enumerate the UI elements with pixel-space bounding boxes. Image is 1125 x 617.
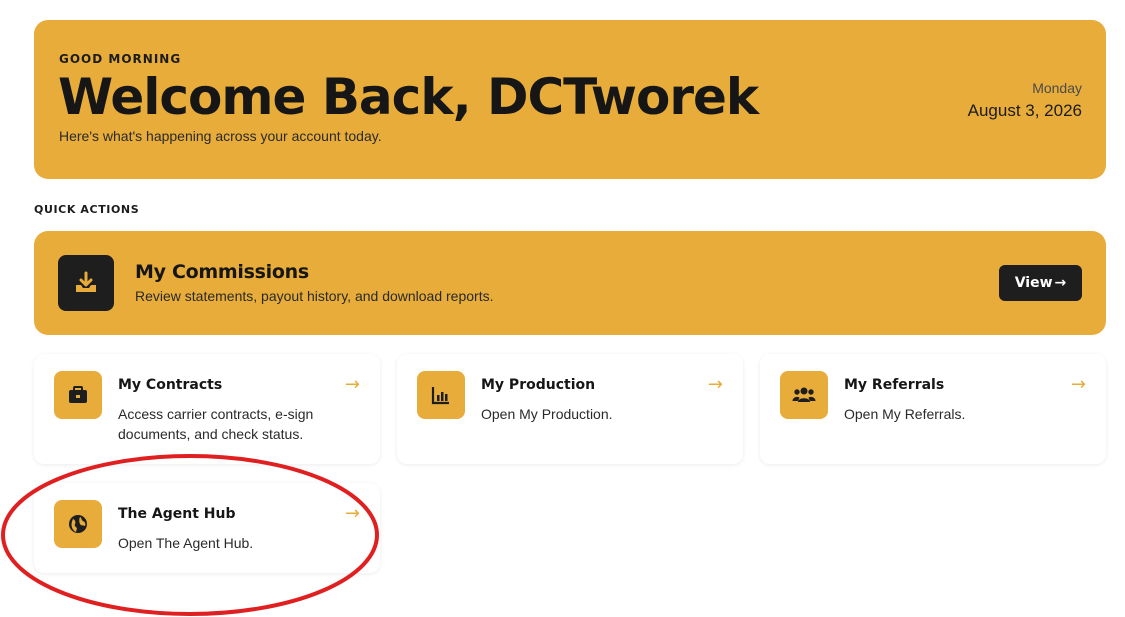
commissions-description: Review statements, payout history, and d… [135, 288, 494, 304]
referrals-card[interactable]: My Referrals Open My Referrals. → [760, 354, 1106, 464]
contracts-card[interactable]: My Contracts Access carrier contracts, e… [34, 354, 380, 464]
production-card[interactable]: My Production Open My Production. → [397, 354, 743, 464]
referrals-title: My Referrals [844, 377, 945, 393]
arrow-right-icon: → [1054, 275, 1067, 291]
quick-actions-heading: QUICK ACTIONS [34, 203, 140, 216]
contracts-title: My Contracts [118, 377, 223, 393]
production-title: My Production [481, 377, 596, 393]
current-date: August 3, 2026 [967, 101, 1082, 120]
commissions-card[interactable]: My Commissions Review statements, payout… [34, 231, 1106, 335]
users-icon [780, 371, 828, 419]
agent-hub-card[interactable]: The Agent Hub Open The Agent Hub. → [34, 483, 380, 573]
view-commissions-button[interactable]: View → [999, 265, 1082, 301]
arrow-right-icon: → [707, 374, 723, 395]
page-title: Welcome Back, DCTworek [58, 68, 759, 126]
agent-hub-title: The Agent Hub [118, 506, 236, 522]
referrals-description: Open My Referrals. [844, 406, 966, 422]
arrow-right-icon: → [344, 503, 360, 524]
greeting-label: GOOD MORNING [59, 52, 182, 66]
globe-icon [54, 500, 102, 548]
agent-hub-description: Open The Agent Hub. [118, 535, 254, 551]
arrow-right-icon: → [1070, 374, 1086, 395]
production-description: Open My Production. [481, 406, 613, 422]
contracts-description: Access carrier contracts, e-sign documen… [118, 406, 314, 442]
view-button-label: View [1014, 275, 1053, 291]
commissions-title: My Commissions [135, 261, 309, 283]
current-day: Monday [1032, 80, 1082, 96]
arrow-right-icon: → [344, 374, 360, 395]
welcome-subtitle: Here's what's happening across your acco… [59, 128, 382, 144]
bar-chart-icon [417, 371, 465, 419]
briefcase-icon [54, 371, 102, 419]
welcome-banner: GOOD MORNING Welcome Back, DCTworek Here… [34, 20, 1106, 179]
download-tray-icon [58, 255, 114, 311]
